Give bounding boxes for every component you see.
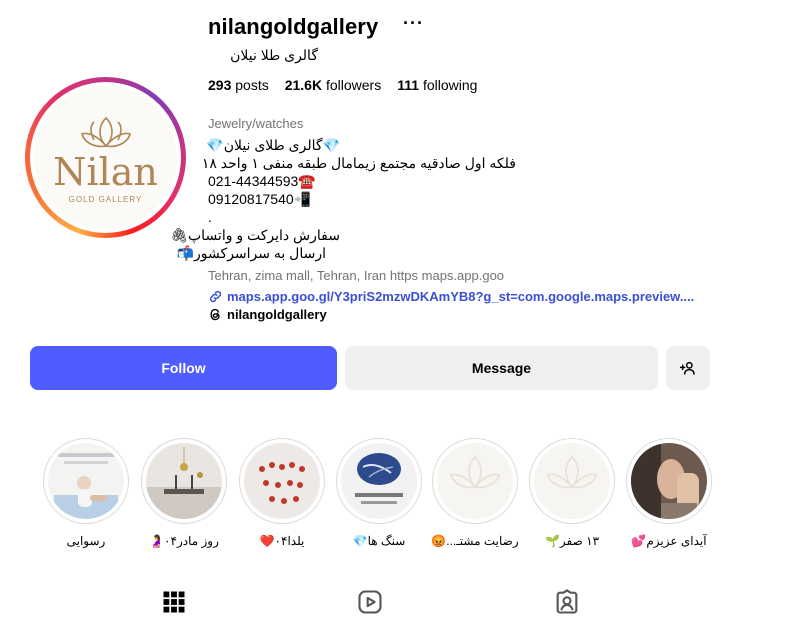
following-label: following (422, 77, 478, 93)
avatar-frame: Nilan GOLD GALLERY (30, 82, 181, 233)
highlight-cover (437, 443, 513, 519)
category-label: Jewelry/watches (208, 116, 304, 131)
tab-tagged[interactable] (553, 588, 581, 616)
highlight-item[interactable]: سنگ ها💎 (335, 438, 423, 548)
tagged-icon (556, 589, 578, 614)
bio-dot: . (208, 209, 212, 225)
address-text: Tehran, zima mall, Tehran, Iran https ma… (208, 268, 505, 283)
threads-username: nilangoldgallery (227, 307, 327, 322)
highlight-item[interactable]: رضایت مشتـ...😡 (431, 438, 519, 548)
highlight-label: رضایت مشتـ...😡 (431, 534, 519, 548)
link-icon (209, 290, 222, 303)
message-button[interactable]: Message (345, 346, 658, 390)
posts-label: posts (235, 77, 269, 93)
bio-phone-mobile: 09120817540📲 (208, 191, 312, 207)
highlight-label: روز مادر۰۴🤰 (149, 534, 219, 548)
followers-stat[interactable]: 21.6K followers (285, 77, 382, 93)
following-stat[interactable]: 111 following (397, 77, 477, 93)
followers-label: followers (325, 77, 382, 93)
bio-line-order: سفارش دایرکت و واتساپ🖇 (170, 227, 340, 243)
more-options-icon[interactable]: ··· (403, 13, 424, 34)
profile-stats: 293 posts 21.6K followers 111 following (208, 77, 477, 93)
highlight-item[interactable]: رسوایی (42, 438, 130, 548)
posts-stat[interactable]: 293 posts (208, 77, 269, 93)
grid-icon (163, 591, 185, 613)
external-link-text: maps.app.goo.gl/Y3priS2mzwDKAmYB8?g_st=c… (227, 289, 695, 304)
highlight-cover (631, 443, 707, 519)
tab-reels[interactable] (356, 588, 384, 616)
bio-phone-landline: 021-44344593☎️ (208, 173, 316, 189)
highlight-item[interactable]: ۱۳ صفر🌱 (528, 438, 616, 548)
bio-line-1: 💎گالری طلای نیلان💎 (206, 137, 340, 153)
suggested-users-button[interactable] (666, 346, 710, 390)
highlight-label: آیدای عزیزم💕 (631, 534, 707, 548)
posts-count: 293 (208, 77, 232, 93)
highlight-cover (534, 443, 610, 519)
highlight-ring (43, 438, 129, 524)
add-user-icon (680, 361, 695, 375)
avatar-brand-text: Nilan (53, 149, 158, 194)
highlight-ring (336, 438, 422, 524)
followers-count: 21.6K (284, 77, 323, 93)
highlight-label: یلدا۰۴❤️ (259, 534, 305, 548)
username: nilangoldgallery (208, 14, 379, 39)
story-ring[interactable]: Nilan GOLD GALLERY (25, 77, 186, 238)
threads-icon (210, 308, 220, 321)
highlight-ring (529, 438, 615, 524)
follow-button[interactable]: Follow (30, 346, 337, 390)
threads-link[interactable]: nilangoldgallery (208, 307, 327, 322)
highlight-item[interactable]: روز مادر۰۴🤰 (140, 438, 228, 548)
highlight-label: ۱۳ صفر🌱 (544, 534, 600, 548)
highlight-item[interactable]: یلدا۰۴❤️ (238, 438, 326, 548)
bio-line-2: فلکه اول صادقیه مجتمع زیمامال طبقه منفی … (201, 155, 516, 171)
highlight-ring (432, 438, 518, 524)
highlight-label: سنگ ها💎 (352, 534, 406, 548)
avatar: Nilan GOLD GALLERY (34, 86, 177, 229)
highlight-ring (626, 438, 712, 524)
avatar-sub-text: GOLD GALLERY (68, 194, 143, 204)
highlight-cover (341, 443, 417, 519)
highlight-cover (244, 443, 320, 519)
highlight-ring (141, 438, 227, 524)
highlight-item[interactable]: آیدای عزیزم💕 (625, 438, 713, 548)
tab-posts[interactable] (160, 588, 188, 616)
highlight-label: رسوایی (66, 534, 106, 548)
reels-icon (358, 590, 382, 614)
bio-line-shipping: ارسال به سراسرکشور📬 (176, 245, 326, 261)
highlight-cover (146, 443, 222, 519)
highlight-ring (239, 438, 325, 524)
full-name: گالری طلا نیلان (230, 47, 318, 63)
lotus-logo-icon (80, 116, 131, 147)
highlight-cover (48, 443, 124, 519)
external-link[interactable]: maps.app.goo.gl/Y3priS2mzwDKAmYB8?g_st=c… (208, 289, 694, 304)
following-count: 111 (397, 77, 420, 93)
